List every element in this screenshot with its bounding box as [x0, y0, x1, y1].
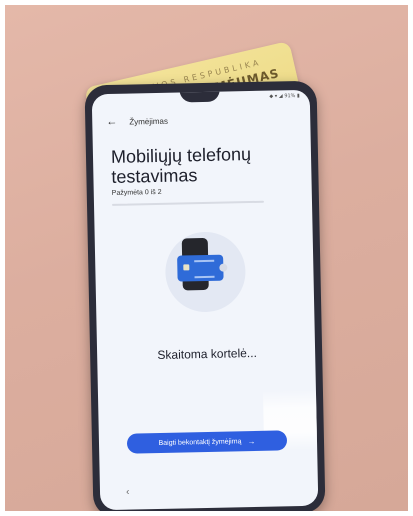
card-chip-icon — [183, 264, 190, 271]
card-lines-icon — [194, 259, 215, 279]
chevron-left-icon[interactable]: ‹ — [126, 487, 130, 498]
arrow-right-icon: → — [247, 436, 256, 446]
arrow-left-icon[interactable]: ← — [106, 116, 117, 128]
app-bar: ← Žymėjimas — [106, 115, 168, 128]
phone-device: ◆ ▾ ◢ 91% ▮ ← Žymėjimas Mobiliųjų telefo… — [84, 80, 326, 511]
progress-label: Pažymėta 0 iš 2 — [111, 188, 162, 197]
card-illustration-icon — [177, 254, 224, 282]
page-title: Mobiliųjų telefonų testavimas — [110, 144, 252, 187]
phone-screen: ◆ ▾ ◢ 91% ▮ ← Žymėjimas Mobiliųjų telefo… — [91, 89, 319, 511]
camera-notch — [179, 89, 220, 103]
finish-contactless-marking-button[interactable]: Baigti bekontaktį žymėjimą → — [126, 430, 288, 454]
photo: LIETUVOS RESPUBLIKA ŽYMĖJIMAS ◆ ▾ ◢ 91% … — [5, 5, 408, 511]
status-bar-indicators: ◆ ▾ ◢ 91% ▮ — [269, 92, 300, 100]
finish-button-label: Baigti bekontaktį žymėjimą — [158, 437, 242, 447]
app-bar-title: Žymėjimas — [129, 116, 169, 127]
progress-bar — [111, 200, 264, 206]
reading-status: Skaitoma kortelė... — [157, 345, 257, 363]
